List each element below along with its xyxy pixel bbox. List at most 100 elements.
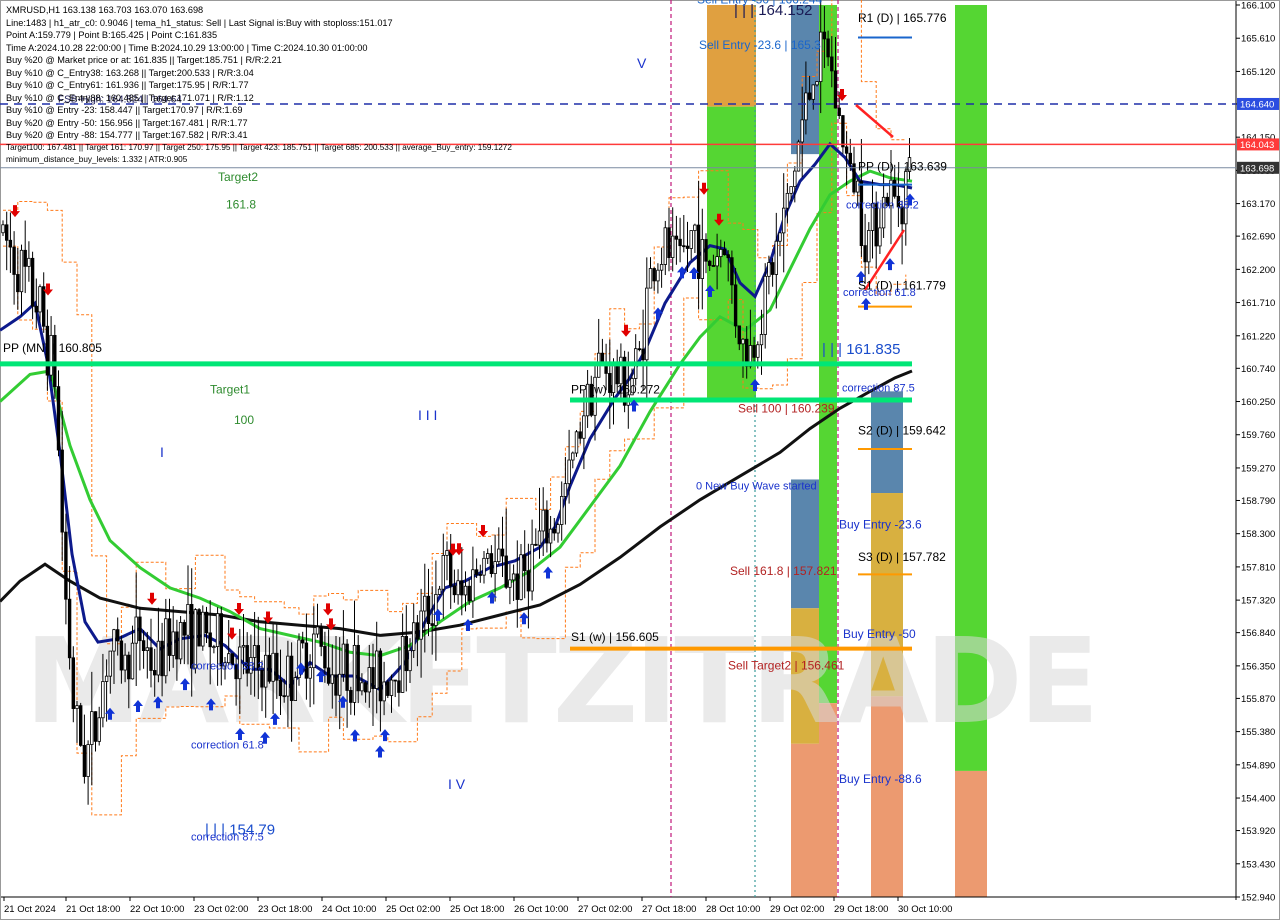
candle-body [345, 643, 349, 691]
zone-steel-1 [791, 5, 819, 155]
price-chart[interactable]: MARKETZITRADE Target2161.8Target1100PP (… [0, 0, 1280, 920]
candle-body [737, 325, 741, 345]
candle-body [30, 257, 35, 307]
candle-body [260, 669, 264, 688]
price-tag-label: 163.698 [1240, 163, 1274, 174]
candle-body [360, 682, 364, 692]
candle-body [304, 642, 309, 679]
candle-body [1, 224, 5, 234]
y-tick-label: 163.170 [1241, 199, 1275, 210]
candle-body [815, 81, 819, 86]
candle-body [856, 180, 860, 193]
candle-body [415, 622, 420, 640]
zone-steel-3 [871, 391, 903, 494]
chart-annotation: 161.8 [226, 197, 256, 211]
candle-body [859, 180, 864, 247]
candle-body [82, 744, 87, 777]
candle-body [219, 613, 223, 667]
candle-body [27, 257, 31, 267]
chart-annotation: PP (MN) | 160.805 [3, 341, 102, 355]
candle-body [648, 268, 653, 289]
candle-body [537, 530, 542, 546]
candle-body [208, 632, 212, 648]
candle-body [652, 268, 656, 282]
candle-body [545, 509, 549, 544]
chart-annotation: | | | 161.835 [822, 341, 900, 358]
zone-peach-1 [791, 743, 819, 897]
candle-body [830, 56, 834, 72]
candle-body [8, 239, 13, 248]
candle-body [571, 452, 575, 461]
chart-annotation: correction 38.2 [191, 660, 264, 672]
candle-body [785, 192, 790, 209]
candle-body [204, 611, 209, 634]
candle-body [685, 245, 690, 249]
candle-body [867, 230, 871, 263]
candle-body [378, 650, 383, 702]
candle-body [667, 227, 671, 259]
candle-body [534, 543, 538, 546]
candle-body [167, 618, 172, 656]
y-tick-label: 165.610 [1241, 34, 1275, 45]
candle-body [523, 554, 527, 572]
candle-body [615, 363, 619, 385]
chart-annotation: Buy Entry -50 [843, 627, 916, 641]
candle-body [619, 356, 623, 385]
candle-body [411, 622, 416, 651]
candle-body [822, 31, 827, 40]
candle-body [722, 249, 727, 256]
candle-body [463, 585, 468, 596]
candle-body [774, 240, 778, 275]
candle-body [641, 348, 645, 361]
candle-body [175, 631, 179, 660]
x-tick-label: 27 Oct 02:00 [578, 904, 632, 915]
candle-body [123, 654, 127, 671]
y-tick-label: 154.400 [1241, 794, 1275, 805]
candle-body [308, 667, 312, 679]
candle-body [770, 262, 775, 275]
chart-annotation: PP (w) | 160.272 [571, 382, 660, 396]
y-tick-label: 158.790 [1241, 496, 1275, 507]
price-tag-label: 164.043 [1240, 140, 1274, 151]
candle-body [437, 588, 442, 595]
candle-body [300, 639, 305, 644]
candle-body [700, 239, 704, 279]
candle-body [356, 644, 360, 692]
candle-body [404, 636, 408, 672]
candle-body [97, 717, 101, 742]
x-tick-label: 29 Oct 02:00 [770, 904, 824, 915]
zone-peach-4 [955, 770, 987, 897]
x-tick-label: 25 Oct 18:00 [450, 904, 504, 915]
candle-body [493, 561, 497, 575]
x-tick-label: 30 Oct 10:00 [898, 904, 952, 915]
candle-body [201, 611, 205, 647]
candle-body [101, 681, 105, 719]
candle-body [282, 695, 286, 698]
candle-body [504, 555, 508, 588]
candle-body [371, 667, 375, 689]
candle-body [408, 650, 412, 672]
candle-body [116, 629, 120, 642]
candle-body [319, 626, 323, 647]
candle-body [112, 629, 116, 652]
chart-annotation: Sell Entry -23.6 | 165.3 [699, 38, 821, 52]
candle-body [826, 38, 830, 58]
candle-body [800, 119, 804, 143]
candle-body [693, 224, 697, 231]
x-tick-label: 28 Oct 10:00 [706, 904, 760, 915]
y-tick-label: 156.350 [1241, 661, 1275, 672]
candle-body [711, 265, 716, 267]
candle-body [704, 239, 708, 262]
chart-annotation: correction 87.5 [191, 832, 264, 844]
candle-body [382, 681, 386, 702]
candle-body [423, 595, 427, 612]
candle-body [863, 245, 867, 263]
x-tick-label: 26 Oct 10:00 [514, 904, 568, 915]
candle-body [334, 674, 338, 696]
candle-body [759, 334, 764, 346]
y-tick-label: 161.220 [1241, 331, 1275, 342]
candle-body [156, 640, 161, 676]
candle-body [645, 287, 649, 361]
candle-body [75, 705, 79, 709]
candle-body [730, 257, 734, 286]
